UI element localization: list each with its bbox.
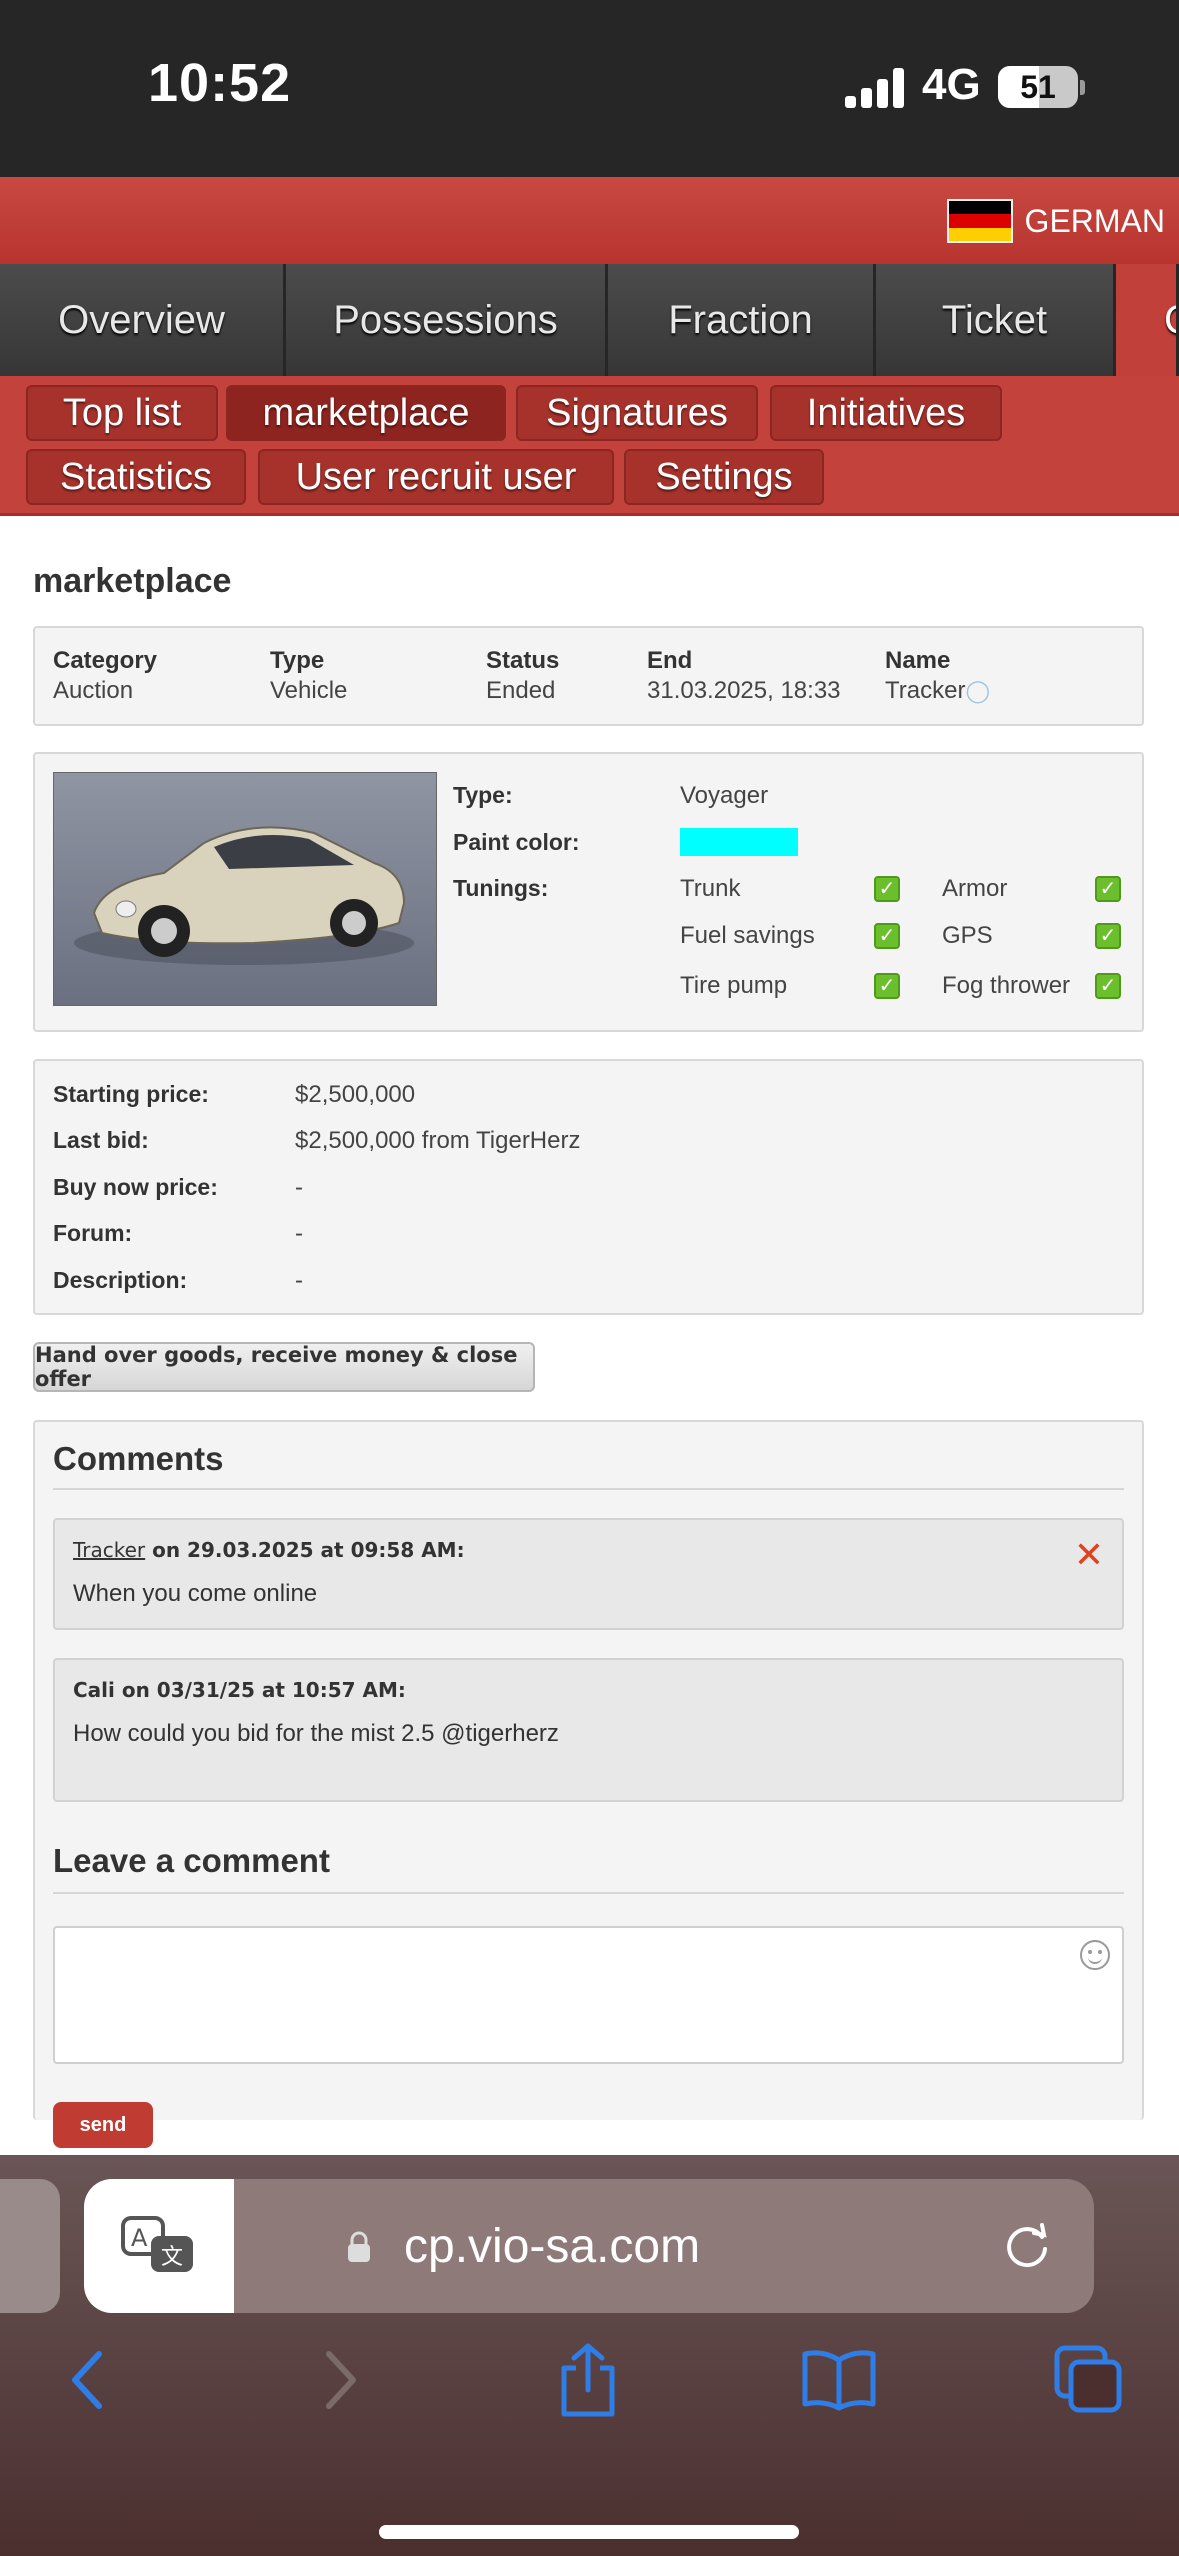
info-category: Category Auction xyxy=(53,647,158,704)
description-label: Description: xyxy=(53,1267,188,1293)
previous-tab-preview[interactable] xyxy=(0,2179,60,2313)
checkmark-icon: ✓ xyxy=(1095,973,1121,999)
status-bar: 10:52 4G 51 xyxy=(0,0,1179,177)
vehicle-type-value: Voyager xyxy=(680,782,769,809)
divider xyxy=(53,1488,1124,1490)
info-type: Type Vehicle xyxy=(270,647,348,704)
tab-c[interactable]: C xyxy=(1116,264,1179,376)
german-flag-icon xyxy=(946,199,1013,243)
buy-now-label: Buy now price: xyxy=(53,1174,218,1200)
tabs-icon[interactable] xyxy=(1044,2335,1134,2425)
page-title: marketplace xyxy=(33,562,232,600)
subnav-marketplace[interactable]: marketplace xyxy=(226,385,506,441)
battery-level: 51 xyxy=(1020,69,1056,105)
svg-text:文: 文 xyxy=(161,2245,183,2270)
pricing-box: Starting price: $2,500,000 Last bid: $2,… xyxy=(33,1059,1144,1315)
translate-icon[interactable]: A 文 xyxy=(84,2179,234,2313)
tab-ticket[interactable]: Ticket xyxy=(876,264,1116,376)
buy-now-value: - xyxy=(295,1174,303,1201)
description-value: - xyxy=(295,1267,303,1294)
checkmark-icon: ✓ xyxy=(1095,923,1121,949)
send-button[interactable]: send xyxy=(53,2102,153,2148)
tuning-fog-thrower: Fog thrower xyxy=(942,972,1071,999)
paint-color-label: Paint color: xyxy=(453,829,580,855)
tab-fraction[interactable]: Fraction xyxy=(608,264,876,376)
comment-item: Tracker on 29.03.2025 at 09:58 AM: When … xyxy=(53,1518,1124,1630)
tuning-fuel-savings: Fuel savings xyxy=(680,922,815,949)
tuning-armor: Armor xyxy=(942,875,1008,902)
subnav-top-list[interactable]: Top list xyxy=(26,385,218,441)
leave-comment-title: Leave a comment xyxy=(53,1842,330,1879)
main-nav: Overview Possessions Fraction Ticket C xyxy=(0,264,1179,376)
comments-title: Comments xyxy=(53,1440,224,1477)
bookmarks-icon[interactable] xyxy=(794,2335,884,2425)
share-icon[interactable] xyxy=(543,2335,633,2425)
comment-meta: Cali on 03/31/25 at 10:57 AM: xyxy=(73,1678,406,1702)
tunings-label: Tunings: xyxy=(453,875,549,901)
starting-price-value: $2,500,000 xyxy=(295,1081,416,1108)
vehicle-box: Type: Voyager Paint color: Tunings: Trun… xyxy=(33,752,1144,1032)
divider xyxy=(53,1892,1124,1894)
last-bid-value: $2,500,000 from TigerHerz xyxy=(295,1127,581,1154)
tuning-trunk: Trunk xyxy=(680,875,741,902)
emoji-icon[interactable] xyxy=(1080,1940,1110,1970)
paint-color-swatch xyxy=(680,828,798,856)
comment-textarea[interactable] xyxy=(53,1926,1124,2064)
vehicle-image xyxy=(53,772,437,1006)
last-bid-label: Last bid: xyxy=(53,1127,149,1153)
subnav-statistics[interactable]: Statistics xyxy=(26,449,246,505)
comment-text: How could you bid for the mist 2.5 @tige… xyxy=(73,1720,559,1747)
language-label: GERMAN xyxy=(1024,202,1165,239)
url-text[interactable]: cp.vio-sa.com xyxy=(404,2219,700,2274)
checkmark-icon: ✓ xyxy=(1095,876,1121,902)
checkmark-icon: ✓ xyxy=(874,973,900,999)
svg-text:A: A xyxy=(131,2224,148,2252)
subnav-initiatives[interactable]: Initiatives xyxy=(770,385,1002,441)
signal-icon xyxy=(845,68,905,108)
comment-meta: Tracker on 29.03.2025 at 09:58 AM: xyxy=(73,1538,465,1562)
offer-info-box: Category Auction Type Vehicle Status Ended … xyxy=(33,626,1144,726)
top-bar: GERMAN xyxy=(0,177,1179,264)
tuning-tire-pump: Tire pump xyxy=(680,972,788,999)
info-end: End 31.03.2025, 18:33 xyxy=(647,647,841,704)
subnav-settings[interactable]: Settings xyxy=(624,449,824,505)
tuning-gps: GPS xyxy=(942,922,993,949)
vehicle-type-label: Type: xyxy=(453,782,513,808)
home-indicator xyxy=(379,2525,799,2539)
subnav-signatures[interactable]: Signatures xyxy=(516,385,758,441)
subnav-user-recruit-user[interactable]: User recruit user xyxy=(258,449,614,505)
battery-icon: 51 xyxy=(998,66,1078,108)
comment-item: Cali on 03/31/25 at 10:57 AM: How could … xyxy=(53,1658,1124,1802)
lightbulb-icon: ◯ xyxy=(965,678,991,703)
network-type: 4G xyxy=(922,60,981,109)
back-icon[interactable] xyxy=(42,2335,132,2425)
forum-value: - xyxy=(295,1220,303,1247)
battery-cap xyxy=(1080,80,1085,95)
seller-name[interactable]: Tracker xyxy=(885,677,965,704)
forum-label: Forum: xyxy=(53,1220,133,1246)
web-page: GERMAN Overview Possessions Fraction Tic… xyxy=(0,177,1179,2155)
tab-possessions[interactable]: Possessions xyxy=(286,264,608,376)
comment-author-link[interactable]: Tracker xyxy=(73,1538,145,1562)
info-status: Status Ended xyxy=(486,647,560,704)
tab-overview[interactable]: Overview xyxy=(0,264,286,376)
info-name: Name Tracker◯ xyxy=(885,647,991,704)
status-time: 10:52 xyxy=(148,53,292,113)
language-selector[interactable]: GERMAN xyxy=(946,199,1165,243)
forward-icon[interactable] xyxy=(296,2335,386,2425)
checkmark-icon: ✓ xyxy=(874,876,900,902)
reload-icon[interactable] xyxy=(1000,2219,1054,2273)
sub-nav: Top list marketplace Signatures Initiati… xyxy=(0,376,1179,516)
browser-bar: A 文 cp.vio-sa.com xyxy=(0,2155,1179,2556)
checkmark-icon: ✓ xyxy=(874,923,900,949)
delete-icon[interactable]: ✕ xyxy=(1074,1534,1104,1576)
browser-toolbar xyxy=(0,2335,1179,2475)
starting-price-label: Starting price: xyxy=(53,1081,209,1107)
address-bar[interactable]: A 文 cp.vio-sa.com xyxy=(84,2179,1094,2313)
close-offer-button[interactable]: Hand over goods, receive money & close o… xyxy=(33,1342,535,1392)
comments-box: Comments Tracker on 29.03.2025 at 09:58 … xyxy=(33,1420,1144,2148)
lock-icon xyxy=(348,2231,370,2262)
comment-text: When you come online xyxy=(73,1580,318,1607)
